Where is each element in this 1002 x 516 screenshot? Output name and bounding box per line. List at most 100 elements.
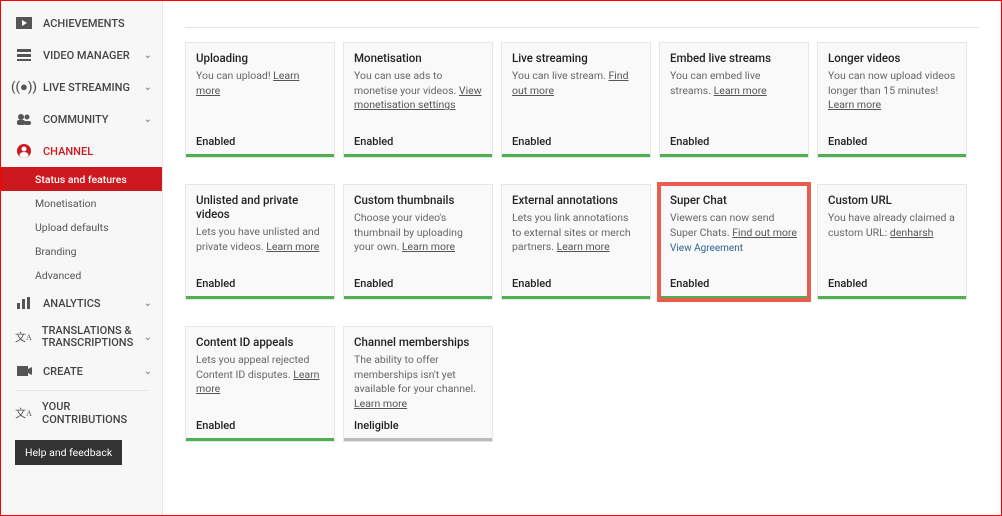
user-icon xyxy=(15,144,33,158)
card-title: Embed live streams xyxy=(660,43,808,69)
main-content: Uploading You can upload! Learn more Ena… xyxy=(163,1,1001,515)
card-title: External annotations xyxy=(502,185,650,211)
card-monetisation: Monetisation You can use ads to monetise… xyxy=(343,42,493,158)
sidebar-item-live-streaming[interactable]: ((●)) LIVE STREAMING ⌄ xyxy=(1,71,162,103)
sidebar-sub-label: Upload defaults xyxy=(35,221,109,234)
card-title: Channel memberships xyxy=(344,327,492,353)
card-status: Enabled xyxy=(186,129,334,157)
card-status: Ineligible xyxy=(344,413,492,441)
learn-more-link[interactable]: Learn more xyxy=(266,240,319,253)
sidebar-sub-advanced[interactable]: Advanced xyxy=(1,263,162,287)
card-status: Enabled xyxy=(818,129,966,157)
feature-grid: Content ID appeals Lets you appeal rejec… xyxy=(163,326,1001,442)
sidebar-item-label: VIDEO MANAGER xyxy=(43,49,130,62)
card-contentid: Content ID appeals Lets you appeal rejec… xyxy=(185,326,335,442)
help-button[interactable]: Help and feedback xyxy=(15,440,122,465)
card-desc: Lets you appeal rejected Content ID disp… xyxy=(186,353,334,413)
card-status: Enabled xyxy=(660,129,808,157)
card-desc: Lets you have unlisted and private video… xyxy=(186,225,334,271)
card-desc: Viewers can now send Super Chats. Find o… xyxy=(660,211,808,271)
card-desc: You have already claimed a custom URL: d… xyxy=(818,211,966,271)
card-embed: Embed live streams You can embed live st… xyxy=(659,42,809,158)
card-title: Super Chat xyxy=(660,185,808,211)
divider xyxy=(15,390,148,391)
card-live-streaming: Live streaming You can live stream. Find… xyxy=(501,42,651,158)
play-icon xyxy=(15,17,33,29)
card-title: Monetisation xyxy=(344,43,492,69)
find-out-more-link[interactable]: Find out more xyxy=(732,226,797,239)
card-uploading: Uploading You can upload! Learn more Ena… xyxy=(185,42,335,158)
card-super-chat: Super Chat Viewers can now send Super Ch… xyxy=(659,184,809,300)
sidebar-item-label: COMMUNITY xyxy=(43,113,108,126)
card-external: External annotations Lets you link annot… xyxy=(501,184,651,300)
card-desc: You can now upload videos longer than 15… xyxy=(818,69,966,129)
sidebar-sub-monetisation[interactable]: Monetisation xyxy=(1,191,162,215)
sidebar-sub-branding[interactable]: Branding xyxy=(1,239,162,263)
chevron-down-icon: ⌄ xyxy=(144,298,152,309)
sidebar-item-achievements[interactable]: ACHIEVEMENTS xyxy=(1,7,162,39)
sidebar: ACHIEVEMENTS VIDEO MANAGER ⌄ ((●)) LIVE … xyxy=(1,1,163,515)
card-memberships: Channel memberships The ability to offer… xyxy=(343,326,493,442)
card-title: Live streaming xyxy=(502,43,650,69)
camera-icon xyxy=(15,366,33,376)
sidebar-item-label: LIVE STREAMING xyxy=(43,81,130,94)
card-custom-url: Custom URL You have already claimed a cu… xyxy=(817,184,967,300)
sidebar-item-label: ACHIEVEMENTS xyxy=(43,17,125,30)
learn-more-link[interactable]: Learn more xyxy=(402,240,455,253)
learn-more-link[interactable]: Learn more xyxy=(557,240,610,253)
sidebar-item-analytics[interactable]: ANALYTICS ⌄ xyxy=(1,287,162,319)
card-title: Longer videos xyxy=(818,43,966,69)
learn-more-link[interactable]: Learn more xyxy=(714,84,767,97)
sidebar-item-contributions[interactable]: 文A YOUR CONTRIBUTIONS xyxy=(1,394,162,432)
sidebar-item-label: CHANNEL xyxy=(43,145,93,158)
sidebar-sub-label: Monetisation xyxy=(35,197,96,210)
card-status: Enabled xyxy=(344,271,492,299)
sidebar-sub-label: Status and features xyxy=(35,173,127,186)
card-status: Enabled xyxy=(502,271,650,299)
chevron-down-icon: ⌄ xyxy=(144,50,152,61)
card-title: Unlisted and private videos xyxy=(186,185,334,225)
learn-more-link[interactable]: Learn more xyxy=(354,397,407,410)
separator xyxy=(185,27,979,28)
card-desc: Choose your video's thumbnail by uploadi… xyxy=(344,211,492,271)
sidebar-item-label: YOUR CONTRIBUTIONS xyxy=(42,400,152,426)
card-longer-videos: Longer videos You can now upload videos … xyxy=(817,42,967,158)
sidebar-item-channel[interactable]: CHANNEL xyxy=(1,135,162,167)
chevron-down-icon: ⌄ xyxy=(144,82,152,93)
sidebar-item-community[interactable]: COMMUNITY ⌄ xyxy=(1,103,162,135)
custom-url-link[interactable]: denharsh xyxy=(890,226,934,239)
feature-grid: Uploading You can upload! Learn more Ena… xyxy=(163,42,1001,158)
learn-more-link[interactable]: Learn more xyxy=(828,98,881,111)
card-status: Enabled xyxy=(186,271,334,299)
chevron-down-icon: ⌄ xyxy=(144,366,152,377)
sidebar-item-create[interactable]: CREATE ⌄ xyxy=(1,355,162,387)
card-title: Custom thumbnails xyxy=(344,185,492,211)
feature-grid: Unlisted and private videos Lets you hav… xyxy=(163,184,1001,300)
antenna-icon: ((●)) xyxy=(15,79,33,95)
chevron-down-icon: ⌄ xyxy=(144,332,152,343)
sidebar-sub-status[interactable]: Status and features xyxy=(1,167,162,191)
card-thumbnails: Custom thumbnails Choose your video's th… xyxy=(343,184,493,300)
sidebar-item-label: CREATE xyxy=(43,365,83,378)
sidebar-item-translations[interactable]: 文A TRANSLATIONS & TRANSCRIPTIONS ⌄ xyxy=(1,319,162,355)
translate-icon: 文A xyxy=(15,329,32,345)
card-desc: You can live stream. Find out more xyxy=(502,69,650,129)
card-desc: The ability to offer memberships isn't y… xyxy=(344,353,492,413)
card-title: Content ID appeals xyxy=(186,327,334,353)
card-status: Enabled xyxy=(660,271,808,299)
sidebar-item-label: ANALYTICS xyxy=(43,297,101,310)
card-status: Enabled xyxy=(186,413,334,441)
card-status: Enabled xyxy=(502,129,650,157)
card-desc: You can upload! Learn more xyxy=(186,69,334,129)
sidebar-item-video-manager[interactable]: VIDEO MANAGER ⌄ xyxy=(1,39,162,71)
card-desc: You can use ads to monetise your videos.… xyxy=(344,69,492,129)
sidebar-sub-label: Branding xyxy=(35,245,77,258)
help-label: Help and feedback xyxy=(25,446,112,459)
card-title: Uploading xyxy=(186,43,334,69)
card-desc: You can embed live streams. Learn more xyxy=(660,69,808,129)
bars-icon xyxy=(15,297,33,309)
sidebar-sub-upload-defaults[interactable]: Upload defaults xyxy=(1,215,162,239)
card-desc: Lets you link annotations to external si… xyxy=(502,211,650,271)
view-agreement-link[interactable]: View Agreement xyxy=(670,242,798,256)
chevron-down-icon: ⌄ xyxy=(144,114,152,125)
